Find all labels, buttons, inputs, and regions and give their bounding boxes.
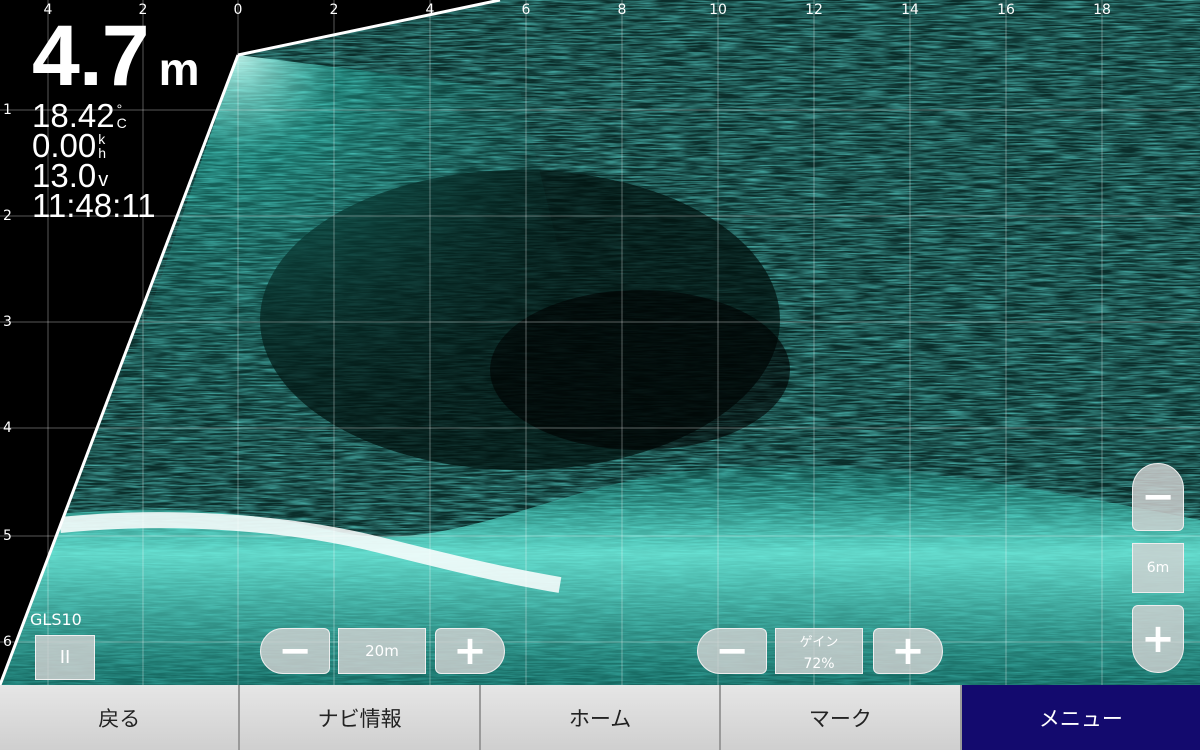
- y-tick-label: 1: [3, 102, 12, 118]
- water-temp-unit-bottom: C: [116, 115, 127, 131]
- nav-home-button[interactable]: ホーム: [480, 685, 722, 750]
- x-tick-label: 0: [233, 2, 243, 18]
- depth-unit: m: [158, 43, 200, 95]
- speed-unit-bottom: h: [98, 145, 107, 161]
- depth-zoom-out-button[interactable]: −: [1132, 463, 1184, 531]
- depth-zoom-in-button[interactable]: +: [1132, 605, 1184, 673]
- y-tick-label: 4: [3, 420, 12, 436]
- x-tick-label: 18: [1093, 2, 1111, 18]
- speed-unit: k h: [98, 132, 106, 160]
- nav-info-button[interactable]: ナビ情報: [240, 685, 481, 750]
- water-temp-unit-top: °: [116, 101, 123, 117]
- nav-menu-button[interactable]: メニュー: [961, 685, 1200, 750]
- x-tick-label: 12: [805, 2, 823, 18]
- x-tick-label: 8: [617, 2, 627, 18]
- range-plus-button[interactable]: +: [435, 628, 505, 674]
- y-tick-label: 3: [3, 314, 12, 330]
- depth-readout: 4.7 m: [32, 12, 199, 100]
- speed-unit-top: k: [98, 131, 106, 147]
- x-tick-label: 4: [425, 2, 435, 18]
- source-label: GLS10: [30, 610, 82, 629]
- depth-zoom-value[interactable]: 6m: [1132, 543, 1184, 593]
- readouts-panel: 4.7 m 18.42 ° C 0.00 k h 13.0 v 11:48:11: [32, 12, 199, 224]
- y-tick-label: 5: [3, 528, 12, 544]
- nav-back-button[interactable]: 戻る: [0, 685, 241, 750]
- x-tick-label: 2: [329, 2, 339, 18]
- depth-value: 4.7: [32, 8, 150, 104]
- bottom-nav: 戻る ナビ情報 ホーム マーク メニュー: [0, 685, 1200, 750]
- gain-value-box[interactable]: ゲイン 72%: [775, 628, 863, 674]
- time-readout: 11:48:11: [32, 187, 199, 224]
- pause-button[interactable]: II: [35, 635, 95, 680]
- x-tick-label: 14: [901, 2, 919, 18]
- range-value[interactable]: 20m: [338, 628, 426, 674]
- nav-mark-button[interactable]: マーク: [721, 685, 962, 750]
- water-temp-readout: 18.42 ° C: [32, 99, 199, 132]
- sonar-screen: 4 2 0 2 4 6 8 10 12 14 16 18 123456 4.7 m 18.42 ° C…: [0, 0, 1200, 750]
- y-tick-label: 2: [3, 208, 12, 224]
- gain-minus-button[interactable]: −: [697, 628, 767, 674]
- x-tick-label: 6: [521, 2, 531, 18]
- gain-plus-button[interactable]: +: [873, 628, 943, 674]
- speed-readout: 0.00 k h: [32, 129, 199, 162]
- gain-title: ゲイン: [799, 634, 839, 650]
- gain-value: 72%: [803, 655, 835, 672]
- y-tick-label: 6: [3, 634, 12, 650]
- x-tick-label: 16: [997, 2, 1015, 18]
- time-value: 11:48:11: [32, 187, 156, 224]
- x-tick-label: 10: [709, 2, 727, 18]
- water-temp-unit: ° C: [117, 102, 127, 130]
- range-minus-button[interactable]: −: [260, 628, 330, 674]
- voltage-readout: 13.0 v: [32, 159, 199, 192]
